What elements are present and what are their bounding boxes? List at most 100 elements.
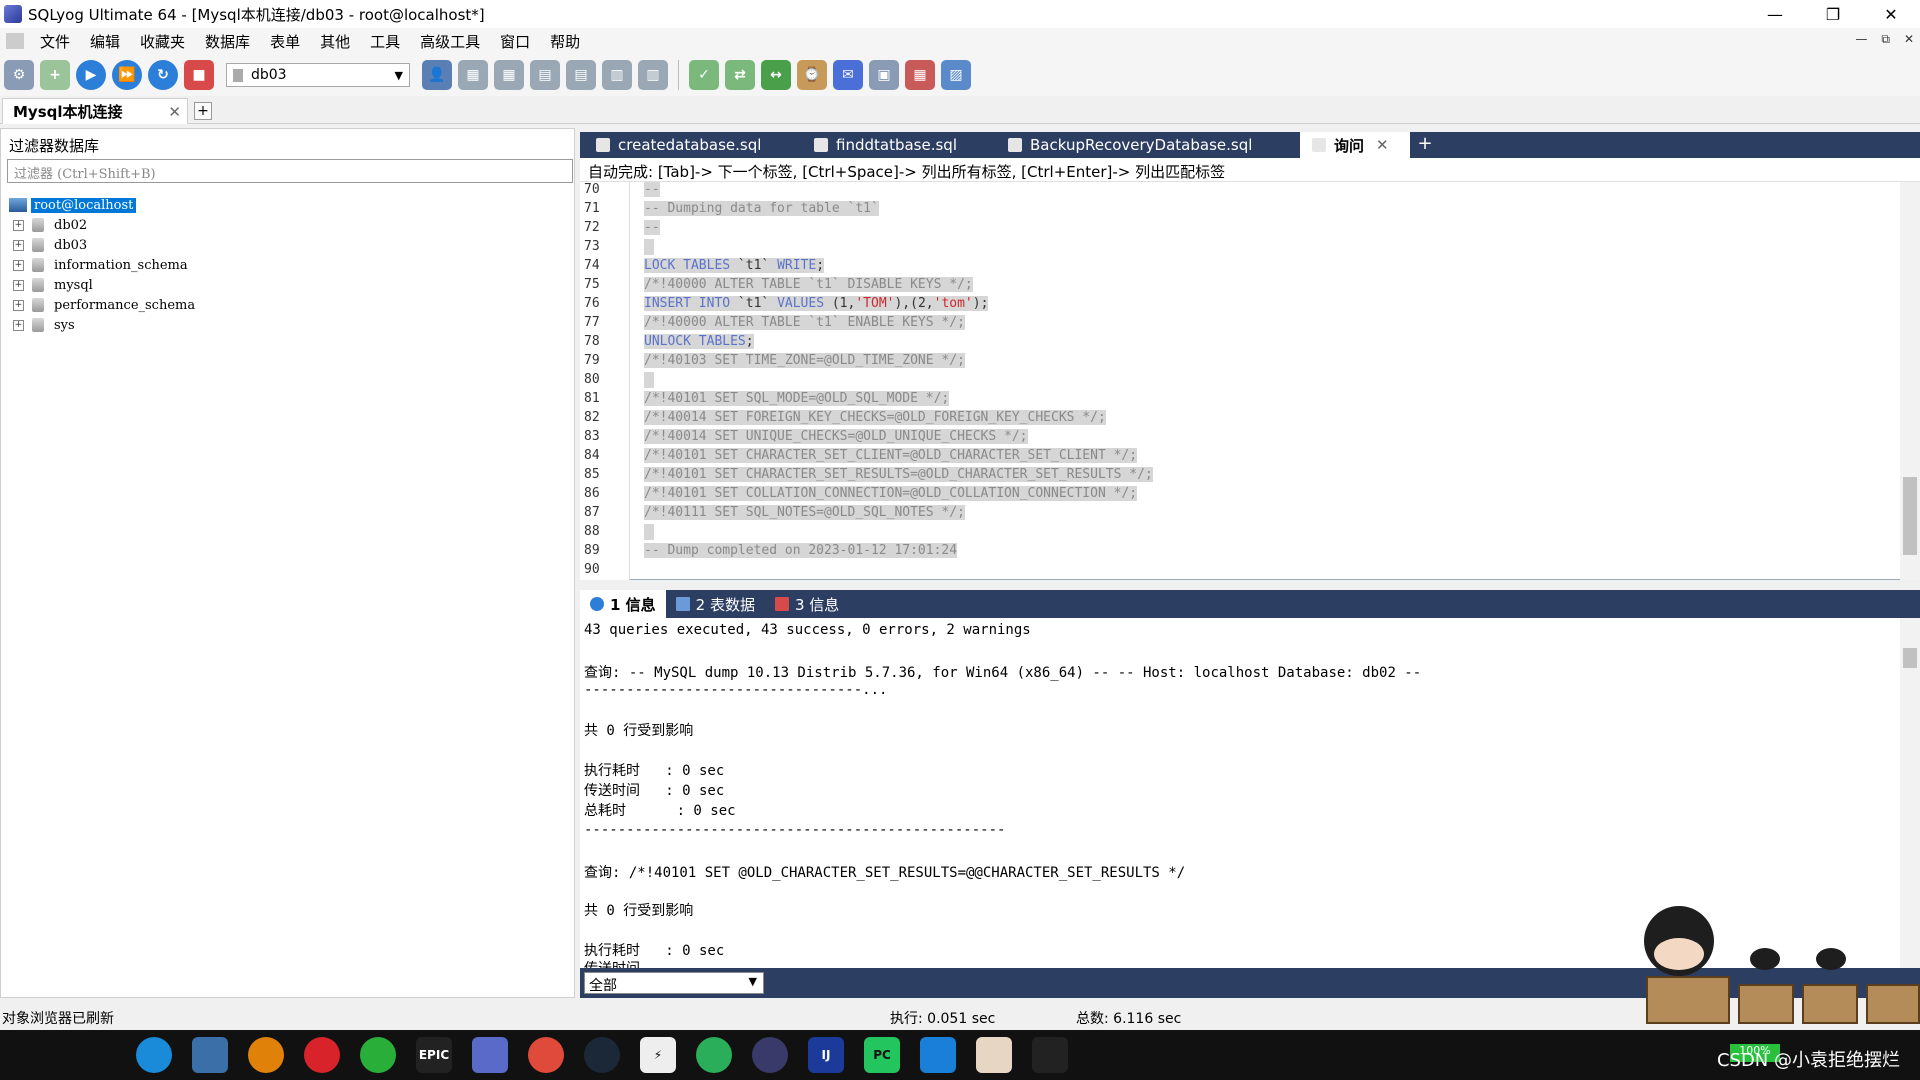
alter-table-icon[interactable]: ▦	[494, 60, 524, 90]
close-icon[interactable]: ✕	[1376, 136, 1389, 154]
mdi-minimize-button[interactable]: —	[1855, 32, 1867, 47]
tab-label: 1 信息	[610, 595, 656, 614]
expand-icon[interactable]: +	[13, 219, 24, 231]
query-builder-icon[interactable]: ▣	[869, 60, 899, 90]
table-icon	[675, 597, 690, 611]
copy-database-icon[interactable]: ▥	[638, 60, 668, 90]
tab-info[interactable]: 1 信息	[580, 590, 666, 618]
result-exec-time: 执行耗时 : 0 sec	[584, 943, 725, 959]
editor-scroll-thumb[interactable]	[1903, 477, 1917, 555]
add-table-icon[interactable]: ▦	[458, 60, 488, 90]
menu-favorites[interactable]: 收藏夹	[130, 31, 195, 52]
file-explorer-icon[interactable]	[192, 1037, 228, 1073]
menu-database[interactable]: 数据库	[195, 31, 260, 52]
tree-item-label: performance_schema	[54, 297, 196, 313]
steam-icon[interactable]	[584, 1037, 620, 1073]
game-box-icon[interactable]	[1032, 1037, 1068, 1073]
line-number: 80	[584, 372, 600, 387]
import-icon[interactable]: ▤	[566, 60, 596, 90]
thunder-icon[interactable]: ⚡	[640, 1037, 676, 1073]
tree-item-performance-schema[interactable]: + performance_schema	[13, 295, 195, 315]
expand-icon[interactable]: +	[13, 259, 24, 271]
epic-games-icon[interactable]: EPIC	[416, 1037, 452, 1073]
menu-edit[interactable]: 编辑	[80, 31, 130, 52]
eclipse-icon[interactable]	[752, 1037, 788, 1073]
netease-music-icon[interactable]	[304, 1037, 340, 1073]
database-icon	[32, 238, 44, 252]
scheduled-backup-icon[interactable]: ⌚	[797, 60, 827, 90]
export-icon[interactable]: ▥	[602, 60, 632, 90]
schema-sync-icon[interactable]: ✓	[689, 60, 719, 90]
tree-item-db02[interactable]: + db02	[13, 215, 87, 235]
browser-icon[interactable]	[696, 1037, 732, 1073]
connection-tab[interactable]: Mysql本机连接 ✕	[2, 98, 188, 124]
refresh-icon[interactable]: ↻	[148, 60, 178, 90]
database-filter-input[interactable]: 过滤器 (Ctrl+Shift+B)	[7, 159, 573, 183]
menu-window[interactable]: 窗口	[490, 31, 540, 52]
expand-icon[interactable]: +	[13, 299, 24, 311]
edge-icon[interactable]	[136, 1037, 172, 1073]
tree-root[interactable]: root@localhost	[9, 195, 137, 215]
expand-icon[interactable]: +	[13, 319, 24, 331]
menu-help[interactable]: 帮助	[540, 31, 590, 52]
backup-icon[interactable]: ▤	[530, 60, 560, 90]
menu-tools[interactable]: 工具	[360, 31, 410, 52]
close-icon[interactable]: ✕	[168, 103, 181, 121]
connection-tab-bar: Mysql本机连接 ✕ +	[0, 98, 1920, 124]
user-manager-icon[interactable]: 👤	[422, 60, 452, 90]
anime-app-icon[interactable]	[976, 1037, 1012, 1073]
pycharm-icon[interactable]: PC	[864, 1037, 900, 1073]
stop-icon[interactable]: ■	[184, 60, 214, 90]
new-query-icon[interactable]: +	[40, 60, 70, 90]
tree-item-information-schema[interactable]: + information_schema	[13, 255, 188, 275]
code-comment: /*!40111 SET SQL_NOTES=@OLD_SQL_NOTES */…	[644, 505, 965, 520]
intellij-icon[interactable]: IJ	[808, 1037, 844, 1073]
menu-advanced-tools[interactable]: 高级工具	[410, 31, 490, 52]
add-connection-button[interactable]: +	[194, 102, 212, 120]
schema-designer-icon[interactable]: ▦	[905, 60, 935, 90]
notification-icon[interactable]: ✉	[833, 60, 863, 90]
mdi-close-button[interactable]: ✕	[1904, 32, 1914, 47]
table-diagnostics-icon[interactable]: ▨	[941, 60, 971, 90]
database-icon	[32, 278, 44, 292]
menu-other[interactable]: 其他	[310, 31, 360, 52]
database-select[interactable]: db03 ▼	[226, 63, 410, 87]
bird-icon	[1816, 948, 1846, 970]
vscode-icon[interactable]	[920, 1037, 956, 1073]
editor-scrollbar[interactable]	[1900, 182, 1920, 580]
tab-createdatabase[interactable]: createdatabase.sql	[584, 132, 798, 158]
code-comment: /*!40014 SET FOREIGN_KEY_CHECKS=@OLD_FOR…	[644, 410, 1106, 425]
menu-file[interactable]: 文件	[30, 31, 80, 52]
chrome-icon[interactable]	[528, 1037, 564, 1073]
new-connection-icon[interactable]: ⚙	[4, 60, 34, 90]
tab-backuprecovery[interactable]: BackupRecoveryDatabase.sql	[996, 132, 1266, 158]
restore-button[interactable]: ❐	[1804, 0, 1862, 28]
data-sync-icon[interactable]: ⇄	[725, 60, 755, 90]
result-exec-time: 执行耗时 : 0 sec	[584, 763, 725, 779]
search-icon[interactable]	[248, 1037, 284, 1073]
tab-query[interactable]: 询问 ✕	[1300, 132, 1410, 158]
tree-item-sys[interactable]: + sys	[13, 315, 75, 335]
expand-icon[interactable]: +	[13, 239, 24, 251]
line-number: 86	[584, 486, 600, 501]
tab-table-data[interactable]: 2 表数据	[666, 590, 765, 618]
add-query-tab-button[interactable]: +	[1416, 135, 1434, 154]
execute-all-icon[interactable]: ⏩	[112, 60, 142, 90]
close-button[interactable]: ✕	[1862, 0, 1920, 28]
result-filter-select[interactable]: 全部 ▼	[584, 972, 764, 994]
tree-item-db03[interactable]: + db03	[13, 235, 87, 255]
sqlyog-icon[interactable]	[472, 1037, 508, 1073]
execute-icon[interactable]: ▶	[76, 60, 106, 90]
tab-finddtatbase[interactable]: finddtatbase.sql	[802, 132, 992, 158]
results-scroll-thumb[interactable]	[1903, 648, 1917, 668]
wechat-icon[interactable]	[360, 1037, 396, 1073]
database-icon	[233, 68, 243, 82]
tab-messages[interactable]: 3 信息	[765, 590, 849, 618]
mdi-restore-button[interactable]: ⧉	[1881, 32, 1890, 47]
tree-item-mysql[interactable]: + mysql	[13, 275, 93, 295]
expand-icon[interactable]: +	[13, 279, 24, 291]
minimize-button[interactable]: —	[1746, 0, 1804, 28]
menu-table[interactable]: 表单	[260, 31, 310, 52]
sql-editor[interactable]: 70 71 72 73 74 75 76 77 78 79 80 81 82 8…	[580, 182, 1920, 580]
migration-icon[interactable]: ↔	[761, 60, 791, 90]
